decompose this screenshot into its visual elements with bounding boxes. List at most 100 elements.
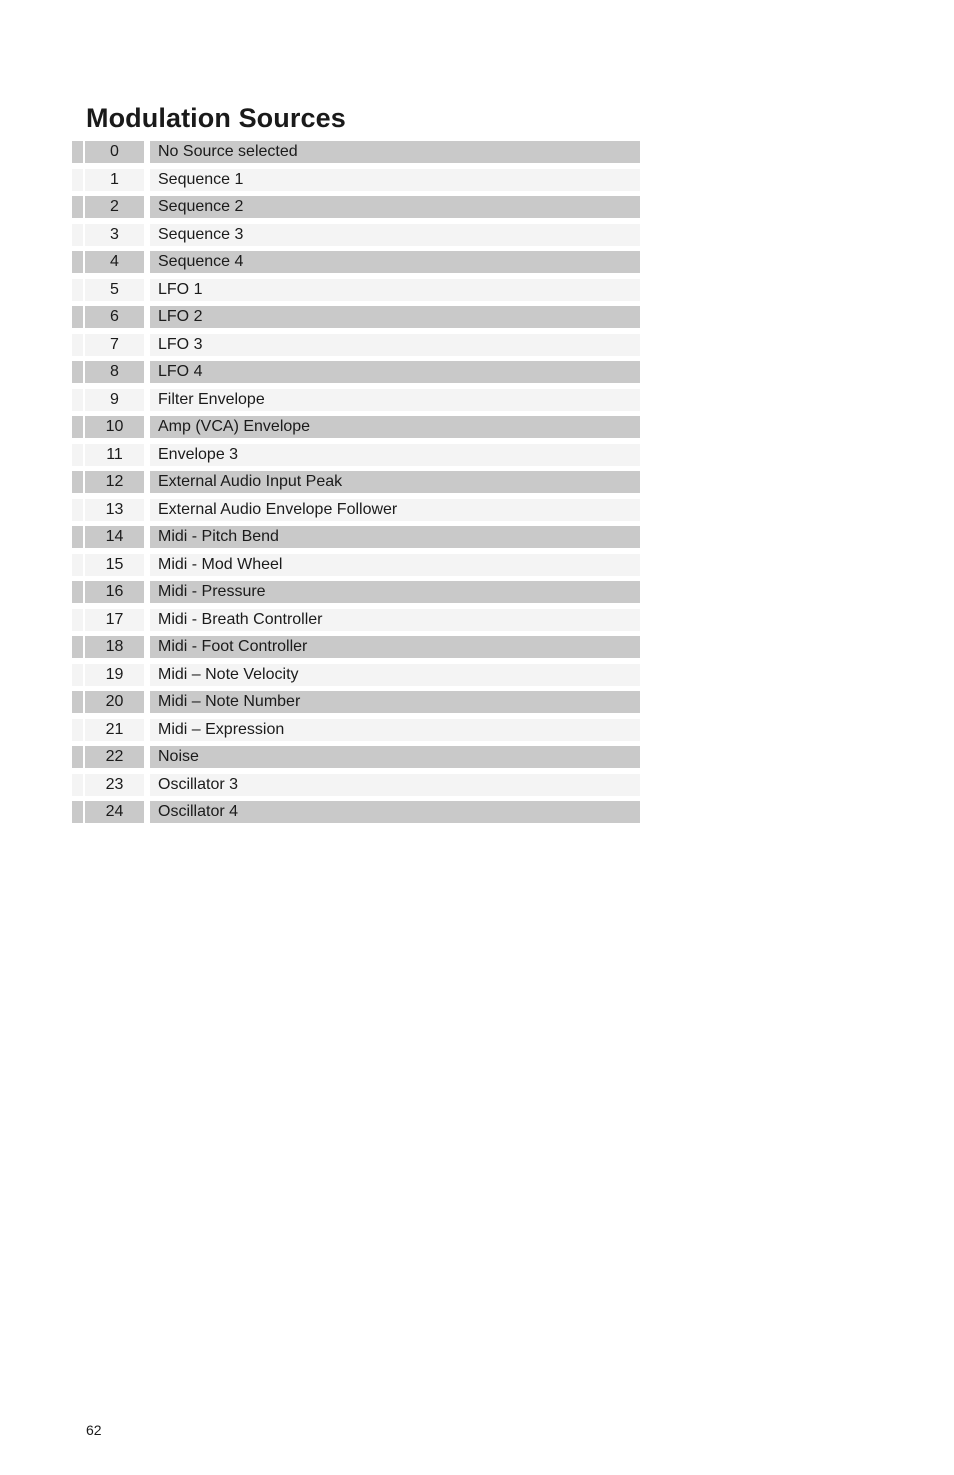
row-marker-cell xyxy=(72,361,83,383)
source-index-cell: 21 xyxy=(85,718,144,741)
row-marker-cell xyxy=(72,801,83,823)
source-name-cell: LFO 1 xyxy=(150,278,640,301)
source-name-cell: Midi – Note Number xyxy=(150,691,640,713)
document-page: Modulation Sources 0 No Source selected 1 S… xyxy=(0,0,954,1475)
table-row: 24 Oscillator 4 xyxy=(72,801,640,823)
source-name-cell: External Audio Envelope Follower xyxy=(150,498,640,521)
source-name-cell: Amp (VCA) Envelope xyxy=(150,416,640,438)
source-index-cell: 3 xyxy=(85,223,144,246)
source-name-cell: Midi - Pressure xyxy=(150,581,640,603)
source-index-cell: 9 xyxy=(85,388,144,411)
source-name-cell: Sequence 3 xyxy=(150,223,640,246)
table-row: 6 LFO 2 xyxy=(72,306,640,328)
source-index-cell: 5 xyxy=(85,278,144,301)
table-row: 8 LFO 4 xyxy=(72,361,640,383)
table-row: 19 Midi – Note Velocity xyxy=(72,663,640,686)
table-row: 21 Midi – Expression xyxy=(72,718,640,741)
source-name-cell: LFO 4 xyxy=(150,361,640,383)
row-marker-cell xyxy=(72,141,83,163)
source-name-cell: Envelope 3 xyxy=(150,443,640,466)
row-marker-cell xyxy=(72,168,83,191)
table-row: 17 Midi - Breath Controller xyxy=(72,608,640,631)
table-row: 2 Sequence 2 xyxy=(72,196,640,218)
table-row: 5 LFO 1 xyxy=(72,278,640,301)
source-index-cell: 10 xyxy=(85,416,144,438)
source-index-cell: 18 xyxy=(85,636,144,658)
source-name-cell: Midi - Foot Controller xyxy=(150,636,640,658)
source-name-cell: Sequence 4 xyxy=(150,251,640,273)
source-name-cell: Midi - Breath Controller xyxy=(150,608,640,631)
source-name-cell: Sequence 2 xyxy=(150,196,640,218)
source-index-cell: 14 xyxy=(85,526,144,548)
source-name-cell: No Source selected xyxy=(150,141,640,163)
table-row: 23 Oscillator 3 xyxy=(72,773,640,796)
row-marker-cell xyxy=(72,526,83,548)
source-index-cell: 13 xyxy=(85,498,144,521)
source-index-cell: 15 xyxy=(85,553,144,576)
row-marker-cell xyxy=(72,196,83,218)
source-name-cell: Oscillator 4 xyxy=(150,801,640,823)
row-marker-cell xyxy=(72,471,83,493)
table-row: 11 Envelope 3 xyxy=(72,443,640,466)
source-index-cell: 6 xyxy=(85,306,144,328)
row-marker-cell xyxy=(72,608,83,631)
source-index-cell: 8 xyxy=(85,361,144,383)
source-index-cell: 20 xyxy=(85,691,144,713)
row-marker-cell xyxy=(72,306,83,328)
source-index-cell: 17 xyxy=(85,608,144,631)
row-marker-cell xyxy=(72,773,83,796)
page-title: Modulation Sources xyxy=(86,103,346,134)
table-row: 12 External Audio Input Peak xyxy=(72,471,640,493)
table-row: 9 Filter Envelope xyxy=(72,388,640,411)
table-row: 7 LFO 3 xyxy=(72,333,640,356)
row-marker-cell xyxy=(72,333,83,356)
row-marker-cell xyxy=(72,636,83,658)
source-index-cell: 19 xyxy=(85,663,144,686)
row-marker-cell xyxy=(72,443,83,466)
row-marker-cell xyxy=(72,718,83,741)
table-row: 16 Midi - Pressure xyxy=(72,581,640,603)
row-marker-cell xyxy=(72,223,83,246)
table-row: 4 Sequence 4 xyxy=(72,251,640,273)
source-name-cell: LFO 3 xyxy=(150,333,640,356)
table-row: 3 Sequence 3 xyxy=(72,223,640,246)
source-index-cell: 2 xyxy=(85,196,144,218)
source-index-cell: 12 xyxy=(85,471,144,493)
row-marker-cell xyxy=(72,581,83,603)
source-index-cell: 0 xyxy=(85,141,144,163)
source-index-cell: 23 xyxy=(85,773,144,796)
row-marker-cell xyxy=(72,663,83,686)
row-marker-cell xyxy=(72,416,83,438)
modulation-sources-table: 0 No Source selected 1 Sequence 1 2 Sequence … xyxy=(72,141,640,829)
source-index-cell: 22 xyxy=(85,746,144,768)
table-row: 18 Midi - Foot Controller xyxy=(72,636,640,658)
table-row: 10 Amp (VCA) Envelope xyxy=(72,416,640,438)
table-row: 13 External Audio Envelope Follower xyxy=(72,498,640,521)
source-index-cell: 4 xyxy=(85,251,144,273)
row-marker-cell xyxy=(72,553,83,576)
source-index-cell: 16 xyxy=(85,581,144,603)
table-row: 0 No Source selected xyxy=(72,141,640,163)
table-row: 20 Midi – Note Number xyxy=(72,691,640,713)
source-name-cell: Sequence 1 xyxy=(150,168,640,191)
row-marker-cell xyxy=(72,388,83,411)
table-row: 14 Midi - Pitch Bend xyxy=(72,526,640,548)
source-index-cell: 11 xyxy=(85,443,144,466)
source-name-cell: Midi - Mod Wheel xyxy=(150,553,640,576)
table-row: 1 Sequence 1 xyxy=(72,168,640,191)
row-marker-cell xyxy=(72,746,83,768)
row-marker-cell xyxy=(72,498,83,521)
table-row: 15 Midi - Mod Wheel xyxy=(72,553,640,576)
source-name-cell: Oscillator 3 xyxy=(150,773,640,796)
row-marker-cell xyxy=(72,278,83,301)
source-name-cell: LFO 2 xyxy=(150,306,640,328)
row-marker-cell xyxy=(72,251,83,273)
source-index-cell: 7 xyxy=(85,333,144,356)
source-name-cell: Filter Envelope xyxy=(150,388,640,411)
source-name-cell: Midi – Note Velocity xyxy=(150,663,640,686)
source-name-cell: Noise xyxy=(150,746,640,768)
table-row: 22 Noise xyxy=(72,746,640,768)
source-index-cell: 1 xyxy=(85,168,144,191)
page-number: 62 xyxy=(86,1422,102,1438)
source-name-cell: Midi - Pitch Bend xyxy=(150,526,640,548)
